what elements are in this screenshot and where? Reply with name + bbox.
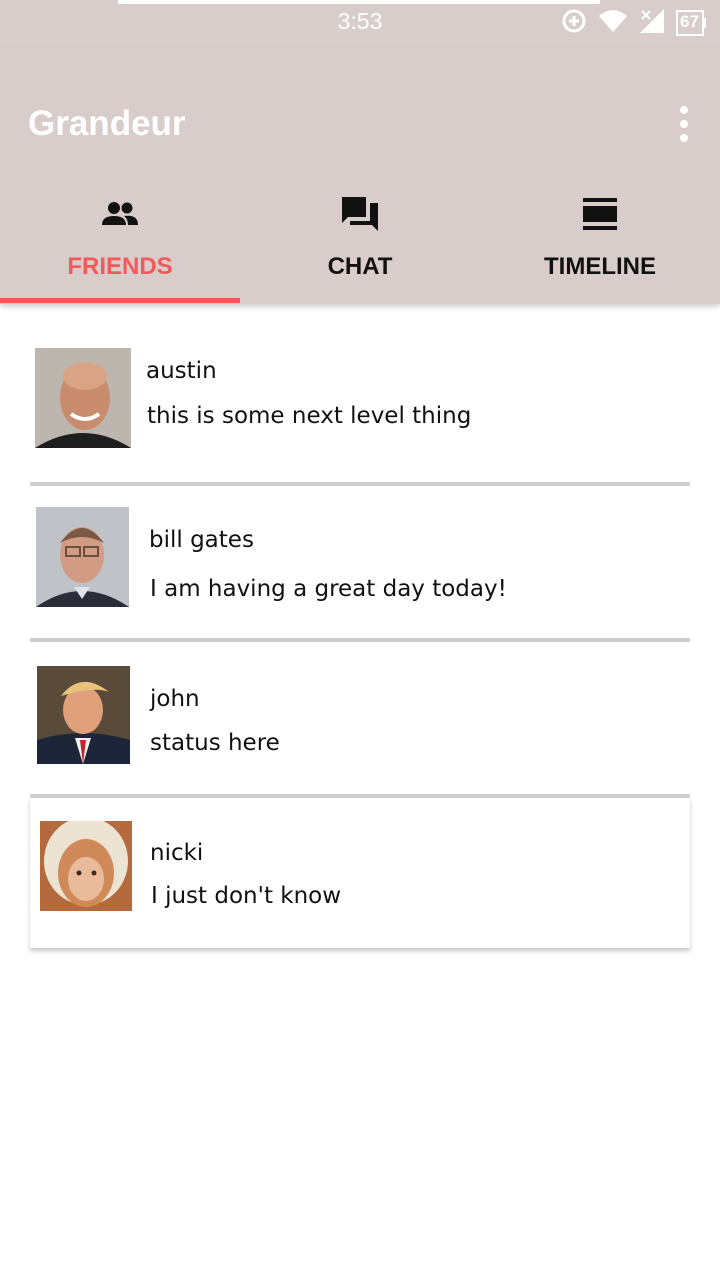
status-icons: 67 <box>560 8 706 38</box>
tab-timeline-label: TIMELINE <box>544 253 656 280</box>
friend-name: austin <box>146 358 217 384</box>
tab-chat-label: CHAT <box>327 253 393 280</box>
friend-status: I am having a great day today! <box>150 576 507 602</box>
tab-indicator <box>0 298 240 303</box>
notification-line <box>118 0 600 4</box>
timeline-icon <box>480 192 720 236</box>
avatar <box>36 507 129 607</box>
avatar <box>40 821 132 911</box>
status-bar: 3:53 67 <box>0 0 720 48</box>
chat-icon <box>240 192 480 236</box>
friend-name: bill gates <box>149 527 254 553</box>
tab-friends[interactable]: FRIENDS <box>0 184 240 304</box>
list-item[interactable]: nicki I just don't know <box>30 798 690 948</box>
friend-name: nicki <box>150 840 204 866</box>
friend-status: status here <box>150 730 280 756</box>
friend-name: john <box>150 686 200 712</box>
list-item[interactable]: austin this is some next level thing <box>30 330 690 486</box>
people-icon <box>0 192 240 236</box>
app-bar: Grandeur FRIENDS CHAT TIMELINE <box>0 48 720 304</box>
avatar <box>37 666 130 764</box>
list-item[interactable]: bill gates I am having a great day today… <box>30 486 690 642</box>
wifi-icon <box>598 8 628 38</box>
avatar <box>35 348 131 448</box>
tab-bar: FRIENDS CHAT TIMELINE <box>0 184 720 304</box>
tab-chat[interactable]: CHAT <box>240 184 480 304</box>
friend-status: I just don't know <box>151 883 342 909</box>
list-item[interactable]: john status here <box>30 642 690 798</box>
tab-friends-label: FRIENDS <box>67 253 173 280</box>
battery-level: 67 <box>680 12 699 31</box>
tab-timeline[interactable]: TIMELINE <box>480 184 720 304</box>
app-title: Grandeur <box>28 104 186 143</box>
friends-list: austin this is some next level thing bil… <box>30 330 690 948</box>
friend-status: this is some next level thing <box>147 403 472 429</box>
data-saver-icon <box>560 7 588 39</box>
overflow-menu-icon[interactable] <box>672 106 696 142</box>
signal-icon <box>638 7 666 39</box>
battery-icon: 67 <box>676 10 706 36</box>
